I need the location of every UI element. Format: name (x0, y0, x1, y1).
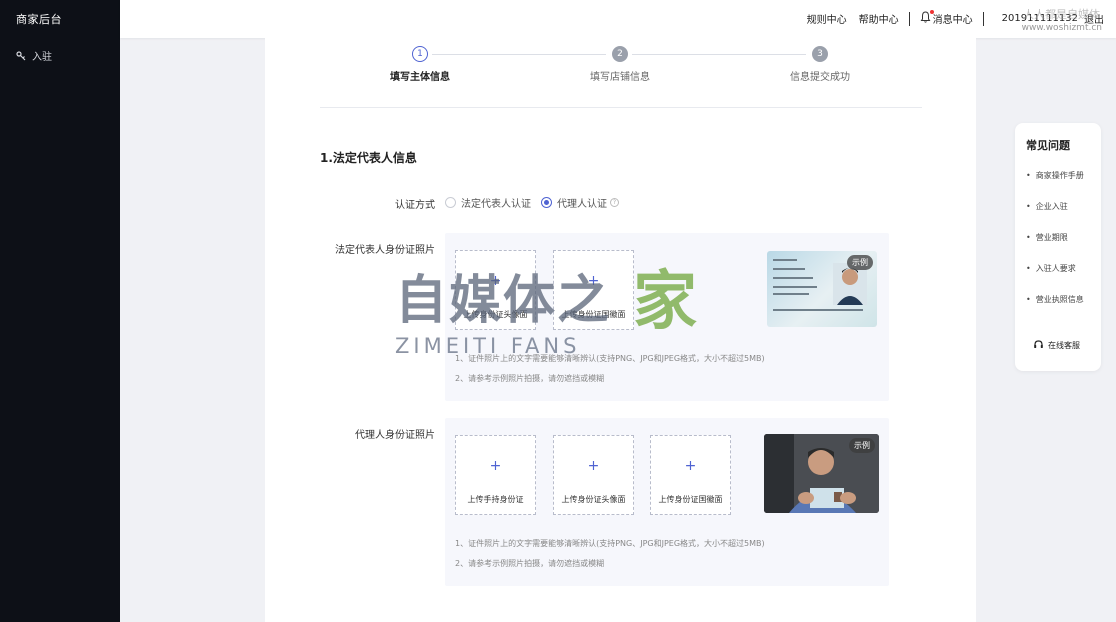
plus-icon: + (587, 273, 600, 289)
step-1: 1 填写主体信息 (360, 46, 480, 83)
legal-rep-id-label: 法定代表人身份证照片 (335, 245, 435, 256)
sidebar-item-settle[interactable]: 入驻 (16, 48, 52, 63)
faq-item[interactable]: 营业执照信息 (1026, 294, 1084, 305)
plus-icon: + (587, 458, 600, 474)
plus-icon: + (684, 458, 697, 474)
watermark-corner: 人人都是自媒体 (1023, 8, 1100, 21)
faq-item[interactable]: 营业期限 (1026, 232, 1068, 243)
question-icon[interactable]: ? (610, 198, 619, 207)
messages-link[interactable]: 消息中心 (920, 10, 973, 26)
step-number: 3 (812, 46, 828, 62)
step-number: 2 (612, 46, 628, 62)
help-center-link[interactable]: 帮助中心 (859, 11, 899, 26)
divider (908, 11, 910, 26)
upload-handheld-id[interactable]: + 上传手持身份证 (455, 435, 536, 515)
sample-tag: 示例 (847, 255, 873, 270)
upload-hint: 2、请参考示例照片拍摄，请勿遮挡或模糊 (455, 559, 605, 568)
radio-label: 法定代表人认证 (461, 199, 531, 210)
plus-icon: + (489, 458, 502, 474)
upload-caption: 上传身份证头像面 (463, 310, 528, 319)
notification-dot (929, 10, 934, 14)
upload-caption: 上传手持身份证 (467, 495, 524, 504)
faq-title: 常见问题 (1026, 139, 1070, 152)
auth-method-group: 法定代表人认证 代理人认证 ? (445, 195, 629, 210)
agent-upload-panel: + 上传手持身份证 + 上传身份证头像面 + 上传身份证国徽面 示例 1、证件照… (445, 418, 889, 586)
upload-caption: 上传身份证国徽面 (561, 310, 626, 319)
top-header: 规则中心 帮助中心 消息中心 201911111132 退出 www.woshi… (120, 0, 1116, 38)
sample-tag: 示例 (849, 438, 875, 453)
radio-button[interactable] (445, 197, 456, 208)
headset-icon (1033, 339, 1044, 352)
plus-icon: + (489, 273, 502, 289)
sample-id-card-image: 示例 (767, 251, 877, 327)
faq-item[interactable]: 企业入驻 (1026, 201, 1068, 212)
upload-id-front[interactable]: + 上传身份证头像面 (455, 250, 536, 330)
step-2: 2 填写店铺信息 (560, 46, 680, 83)
service-label: 在线客服 (1048, 341, 1080, 350)
section-title: 1.法定代表人信息 (320, 151, 417, 165)
sidebar-item-label: 入驻 (32, 52, 52, 63)
radio-label: 代理人认证 (557, 199, 607, 210)
agent-id-label: 代理人身份证照片 (355, 430, 435, 441)
key-icon (16, 50, 26, 61)
upload-caption: 上传身份证国徽面 (658, 495, 723, 504)
auth-method-label: 认证方式 (395, 200, 435, 211)
step-number: 1 (412, 46, 428, 62)
radio-agent[interactable]: 代理人认证 ? (541, 195, 619, 210)
step-label: 填写主体信息 (390, 72, 450, 83)
progress-steps: 1 填写主体信息 2 填写店铺信息 3 信息提交成功 (320, 46, 920, 106)
step-label: 填写店铺信息 (590, 72, 650, 83)
radio-legal-rep[interactable]: 法定代表人认证 (445, 195, 531, 210)
main-content: 1 填写主体信息 2 填写店铺信息 3 信息提交成功 1.法定代表人信息 认证方… (265, 38, 976, 622)
online-service-button[interactable]: 在线客服 (1033, 339, 1080, 352)
faq-panel: 常见问题 商家操作手册 企业入驻 营业期限 入驻人要求 营业执照信息 在线客服 (1015, 123, 1101, 371)
bell-icon (920, 11, 931, 26)
divider (982, 11, 984, 26)
upload-id-front[interactable]: + 上传身份证头像面 (553, 435, 634, 515)
site-url: www.woshizmt.cn (1021, 23, 1102, 33)
legal-rep-upload-panel: + 上传身份证头像面 + 上传身份证国徽面 示例 1、证件照片上的文字需要能够清… (445, 233, 889, 401)
step-3: 3 信息提交成功 (760, 46, 880, 83)
upload-hint: 2、请参考示例照片拍摄，请勿遮挡或模糊 (455, 374, 605, 383)
divider (320, 107, 922, 108)
upload-hint: 1、证件照片上的文字需要能够清晰辨认(支持PNG、JPG和JPEG格式，大小不超… (455, 539, 765, 548)
faq-item[interactable]: 入驻人要求 (1026, 263, 1076, 274)
upload-id-back[interactable]: + 上传身份证国徽面 (553, 250, 634, 330)
step-label: 信息提交成功 (790, 72, 850, 83)
upload-id-back[interactable]: + 上传身份证国徽面 (650, 435, 731, 515)
rules-center-link[interactable]: 规则中心 (807, 11, 847, 26)
faq-item[interactable]: 商家操作手册 (1026, 170, 1084, 181)
radio-button[interactable] (541, 197, 552, 208)
upload-hint: 1、证件照片上的文字需要能够清晰辨认(支持PNG、JPG和JPEG格式，大小不超… (455, 354, 765, 363)
upload-caption: 上传身份证头像面 (561, 495, 626, 504)
sidebar: 商家后台 入驻 (0, 0, 120, 622)
sample-handheld-image: 示例 (764, 434, 879, 513)
brand-title: 商家后台 (16, 13, 62, 26)
messages-label: 消息中心 (932, 15, 973, 26)
